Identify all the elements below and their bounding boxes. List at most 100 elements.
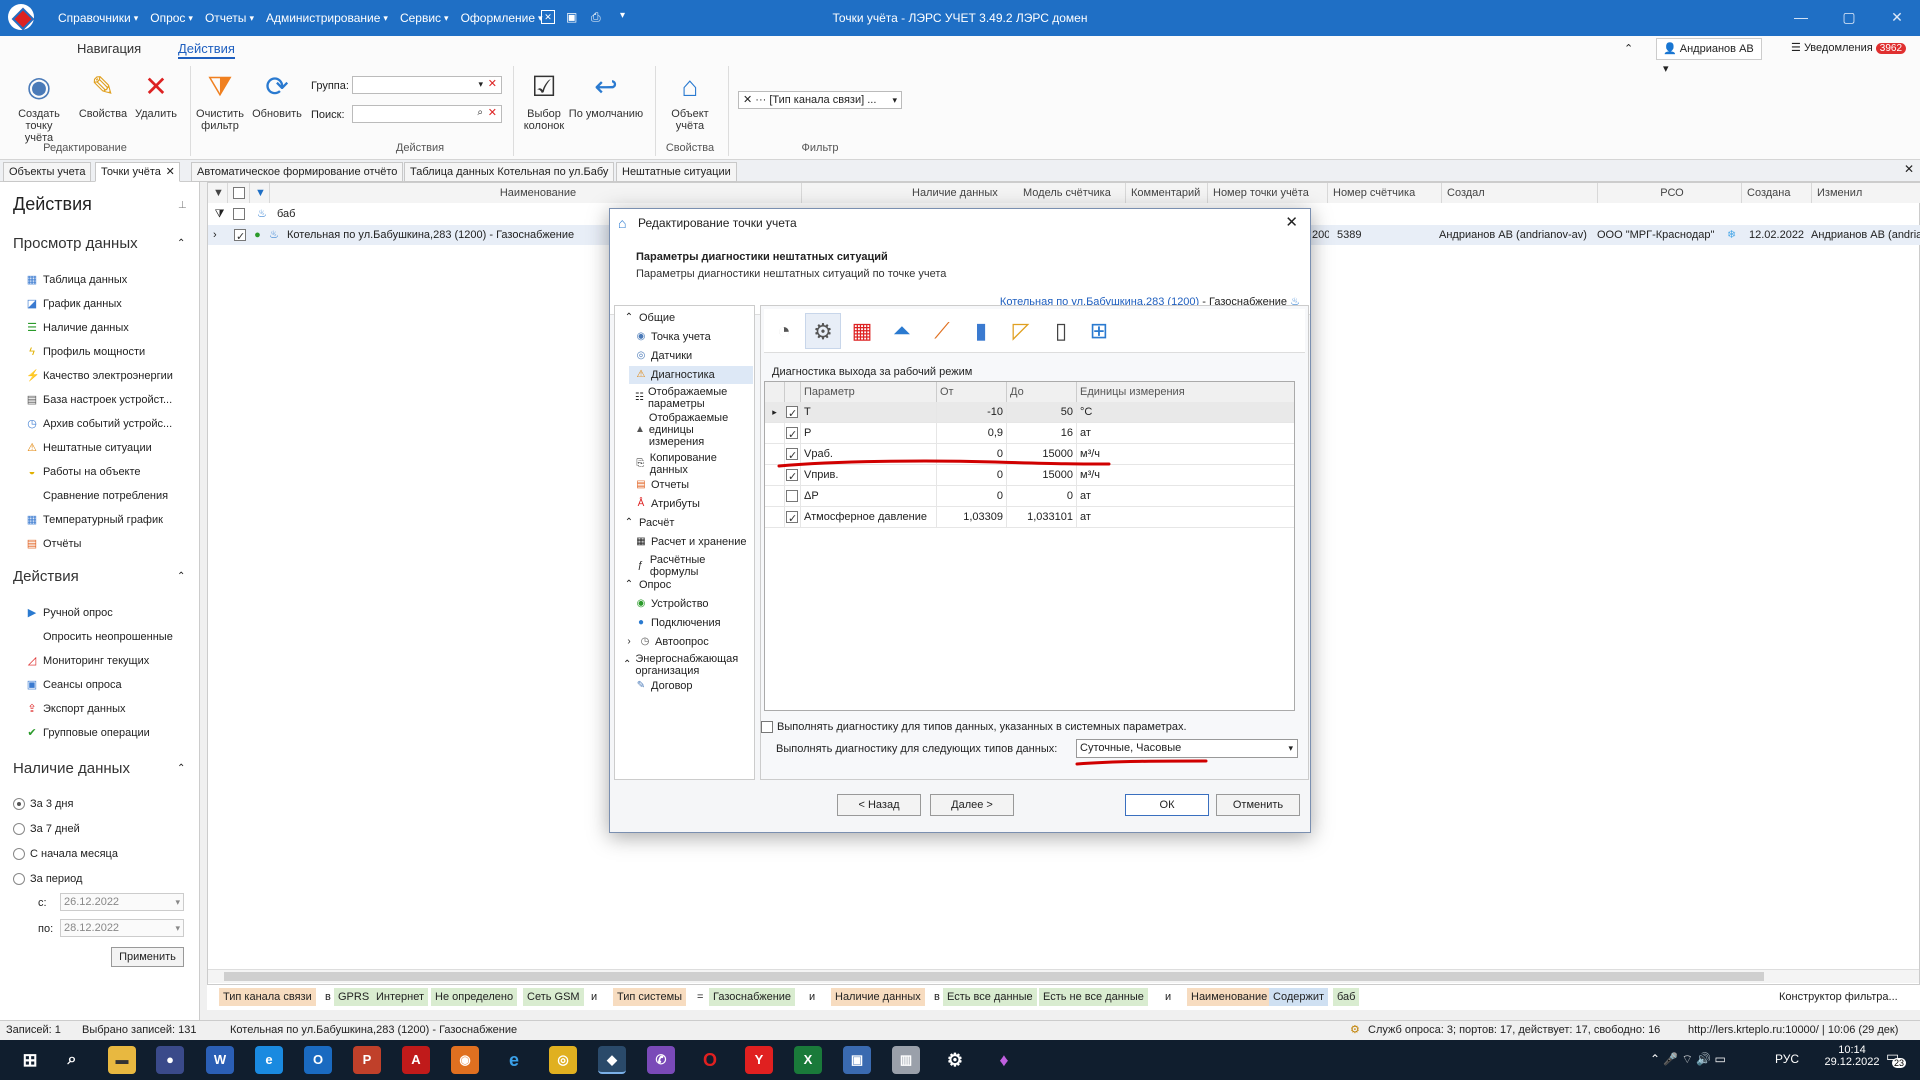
notifications-button[interactable]: ☰ Уведомления 3962 <box>1787 38 1915 60</box>
opera-icon[interactable]: O <box>696 1046 724 1074</box>
browser-icon[interactable]: ● <box>156 1046 184 1074</box>
name-filter-input[interactable]: баб <box>274 204 574 224</box>
clear-filter-button[interactable]: ⧩ Очистить фильтр <box>192 70 248 132</box>
row-checkbox[interactable] <box>786 404 798 423</box>
item-works[interactable]: ◒ Работы на объекте <box>26 464 141 480</box>
expand-row-icon[interactable]: › <box>210 225 226 245</box>
param-to[interactable]: 16 <box>1007 423 1077 444</box>
tree-item-autopoll[interactable]: › ◷ Автоопрос <box>623 636 708 648</box>
filter-field-chip[interactable]: Наличие данных <box>831 988 925 1006</box>
radio-button[interactable] <box>13 823 25 835</box>
scrollbar-thumb[interactable] <box>224 972 1764 981</box>
filter-value-chip[interactable]: баб <box>1333 988 1360 1006</box>
filter-value-chip[interactable]: Сеть GSM <box>523 988 584 1006</box>
radio-month-start[interactable]: С начала месяца <box>13 846 118 862</box>
collapse-ribbon-icon[interactable]: ⌃ <box>1624 42 1633 55</box>
radio-button[interactable] <box>13 873 25 885</box>
filter-op[interactable]: в <box>321 988 335 1006</box>
item-monitoring[interactable]: ◿ Мониторинг текущих <box>26 653 149 669</box>
back-button[interactable]: < Назад <box>837 794 921 816</box>
notifications-icon[interactable]: ▭ 23 <box>1886 1048 1907 1068</box>
search-input[interactable]: ⌕ ✕ <box>352 105 502 123</box>
param-from[interactable]: -10 <box>937 402 1007 423</box>
filter-field-chip[interactable]: Тип системы <box>613 988 687 1006</box>
tree-item-attributes[interactable]: Å Атрибуты <box>635 498 700 510</box>
app-icon[interactable]: ▥ <box>892 1046 920 1074</box>
col-rso[interactable]: РСО <box>1598 183 1742 203</box>
col-modified-by[interactable]: Изменил <box>1812 183 1920 203</box>
refresh-button[interactable]: ⟳ Обновить <box>249 70 305 120</box>
row-checkbox[interactable] <box>234 227 246 245</box>
explorer-icon[interactable]: ▬ <box>108 1046 136 1074</box>
user-menu[interactable]: 👤 Андрианов АВ ▾ <box>1656 38 1762 75</box>
filter-and[interactable]: и <box>1161 988 1175 1006</box>
clear-search-icon[interactable]: ✕ <box>488 106 497 119</box>
row-checkbox[interactable] <box>786 490 798 503</box>
tab-navigation[interactable]: Навигация <box>77 41 141 56</box>
viber-icon[interactable]: ✆ <box>647 1046 675 1074</box>
tree-item-point[interactable]: ◉ Точка учета <box>635 331 711 343</box>
item-manual-poll[interactable]: ▶ Ручной опрос <box>26 605 113 621</box>
gauge-icon[interactable]: ◔ <box>766 313 802 349</box>
param-to[interactable]: 1,033101 <box>1007 507 1077 528</box>
tree-item-sensors[interactable]: ◎ Датчики <box>635 350 693 362</box>
item-export[interactable]: ⇪ Экспорт данных <box>26 701 125 717</box>
close-all-tabs-icon[interactable]: ✕ <box>1904 162 1914 176</box>
section-availability[interactable]: Наличие данных <box>13 760 130 777</box>
grid-type-header[interactable]: ▼ <box>250 183 270 203</box>
default-button[interactable]: ↩ По умолчанию <box>568 70 644 120</box>
tree-group-general[interactable]: ⌃ Общие <box>623 312 675 324</box>
filter-constructor-link[interactable]: Конструктор фильтра... <box>1775 988 1902 1006</box>
water-level-icon[interactable]: ⏶ <box>884 313 920 349</box>
tree-item-diagnostics[interactable]: ⚠ Диагностика <box>629 366 753 384</box>
chrome-icon[interactable]: ◎ <box>549 1046 577 1074</box>
row-checkbox[interactable] <box>786 509 798 528</box>
filter-field-chip[interactable]: Наименование <box>1187 988 1272 1006</box>
word-icon[interactable]: W <box>206 1046 234 1074</box>
menu-admin[interactable]: Администрирование <box>266 11 388 25</box>
tree-item-display-params[interactable]: ☷ Отображаемые параметры <box>635 386 747 410</box>
filter-op[interactable]: в <box>930 988 944 1006</box>
windows-start-icon[interactable]: ⊞ <box>16 1046 44 1074</box>
tree-item-calc-storage[interactable]: ▦ Расчет и хранение <box>635 536 746 548</box>
row-check-cell[interactable] <box>785 507 801 528</box>
item-data-table[interactable]: ▦ Таблица данных <box>26 272 127 288</box>
radio-7-days[interactable]: За 7 дней <box>13 821 80 837</box>
tree-group-energy[interactable]: ⌃ Энергоснабжающая организация <box>623 653 747 677</box>
radio-period[interactable]: За период <box>13 871 82 887</box>
section-view-data[interactable]: Просмотр данных <box>13 235 138 252</box>
edge-icon[interactable]: e <box>255 1046 283 1074</box>
remove-filter-icon[interactable]: ✕ <box>743 94 752 106</box>
radio-button[interactable] <box>13 798 25 810</box>
line-chart-icon[interactable]: ◸ <box>1003 313 1039 349</box>
delete-button[interactable]: ✕ Удалить <box>128 70 184 120</box>
pin-icon[interactable]: ⊥ <box>178 200 187 211</box>
filter-checkbox[interactable] <box>233 208 245 221</box>
item-device-settings[interactable]: ▤ База настроек устройст... <box>26 392 172 408</box>
powerpoint-icon[interactable]: P <box>353 1046 381 1074</box>
tree-item-formulas[interactable]: ƒ Расчётные формулы <box>635 554 747 578</box>
tab-objects[interactable]: Объекты учета <box>3 162 92 182</box>
item-device-events[interactable]: ◷ Архив событий устройс... <box>26 416 172 432</box>
unit-col-header[interactable]: Единицы измерения <box>1077 382 1294 402</box>
menu-service[interactable]: Сервис <box>400 11 449 25</box>
filter-and[interactable]: и <box>805 988 819 1006</box>
select-all-checkbox[interactable] <box>233 187 245 200</box>
next-button[interactable]: Далее > <box>930 794 1014 816</box>
col-name[interactable]: Наименование <box>270 183 802 203</box>
table-row[interactable]: Атмосферное давление 1,03309 1,033101 ат <box>765 507 1294 528</box>
close-dialog-icon[interactable]: ✕ <box>1285 209 1298 237</box>
gears-icon[interactable]: ⚙ <box>805 313 841 349</box>
yandex-icon[interactable]: Y <box>745 1046 773 1074</box>
col-created[interactable]: Создана <box>1742 183 1812 203</box>
tree-item-connections[interactable]: ● Подключения <box>635 617 721 629</box>
pdf-icon[interactable]: A <box>402 1046 430 1074</box>
cancel-button[interactable]: Отменить <box>1216 794 1300 816</box>
settings-icon[interactable]: ⚙ <box>941 1046 969 1074</box>
filter-value-chip[interactable]: Газоснабжение <box>709 988 796 1006</box>
item-power-quality[interactable]: ⚡ Качество электроэнергии <box>26 368 173 384</box>
tree-item-copy-data[interactable]: ⎘ Копирование данных <box>635 452 747 476</box>
row-checkbox[interactable] <box>786 425 798 444</box>
horizontal-scrollbar[interactable] <box>208 969 1919 983</box>
calendar-icon[interactable]: ▦ <box>844 313 880 349</box>
